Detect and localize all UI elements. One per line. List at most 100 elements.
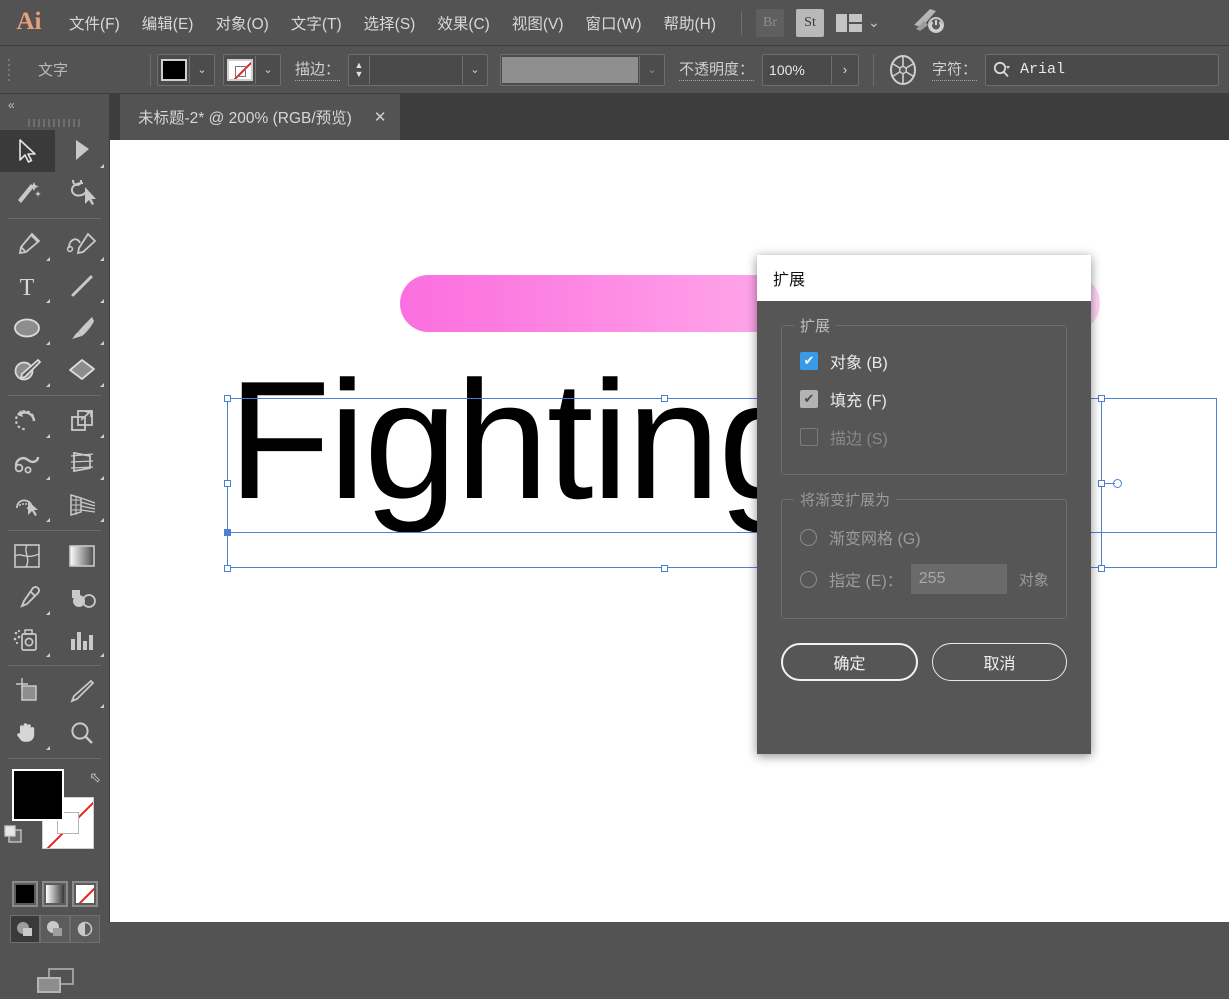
- menu-edit[interactable]: 编辑(E): [131, 8, 205, 38]
- slice-tool[interactable]: [55, 670, 110, 712]
- brush-definition-control[interactable]: ⌄: [500, 54, 665, 86]
- gradient-tool[interactable]: [55, 535, 110, 577]
- document-tab-bar: 未标题-2* @ 200% (RGB/预览) ✕: [110, 94, 1229, 140]
- toolbar-divider-4: [8, 665, 101, 666]
- font-family-control[interactable]: Arial: [985, 54, 1219, 86]
- pen-tool[interactable]: [0, 223, 55, 265]
- eraser-tool[interactable]: [55, 349, 110, 391]
- free-transform-tool[interactable]: [55, 442, 110, 484]
- chevron-down-icon[interactable]: ⌄: [639, 56, 664, 84]
- symbol-sprayer-tool[interactable]: [0, 619, 55, 661]
- line-segment-tool[interactable]: [55, 265, 110, 307]
- direct-selection-tool[interactable]: [55, 130, 110, 172]
- brush-preview[interactable]: [502, 57, 638, 83]
- toolbar-divider-3: [8, 530, 101, 531]
- opacity-control[interactable]: 100% ›: [762, 54, 859, 86]
- gradient-group-legend: 将渐变扩展为: [794, 489, 896, 510]
- handle-top-center[interactable]: [661, 395, 668, 402]
- chevron-down-icon[interactable]: ⌄: [868, 14, 880, 31]
- chevron-down-icon[interactable]: ⌄: [189, 56, 214, 84]
- column-graph-tool[interactable]: [55, 619, 110, 661]
- default-fill-stroke-icon[interactable]: [4, 825, 22, 843]
- shaper-pencil-tool[interactable]: [0, 349, 55, 391]
- perspective-grid-tool[interactable]: [55, 484, 110, 526]
- ok-button[interactable]: 确定: [781, 643, 918, 681]
- handle-baseline-left[interactable]: [224, 529, 231, 536]
- menu-effect[interactable]: 效果(C): [426, 8, 501, 38]
- fill-swatch[interactable]: [161, 59, 187, 81]
- bridge-icon[interactable]: Br: [756, 9, 784, 37]
- menu-view[interactable]: 视图(V): [501, 8, 575, 38]
- handle-bottom-left[interactable]: [224, 565, 231, 572]
- screen-mode-button[interactable]: [0, 965, 109, 999]
- document-tab[interactable]: 未标题-2* @ 200% (RGB/预览) ✕: [120, 94, 400, 140]
- draw-behind-button[interactable]: [40, 915, 70, 943]
- scale-tool[interactable]: [55, 400, 110, 442]
- stroke-weight-stepper[interactable]: ▲▼: [349, 56, 369, 84]
- close-icon[interactable]: ✕: [374, 110, 387, 125]
- type-tool[interactable]: T: [0, 265, 55, 307]
- menu-window[interactable]: 窗口(W): [575, 8, 653, 38]
- ellipse-tool[interactable]: [0, 307, 55, 349]
- draw-normal-button[interactable]: [10, 915, 40, 943]
- fill-mode-buttons: [0, 881, 109, 907]
- curvature-tool[interactable]: [55, 223, 110, 265]
- artboard-tool[interactable]: [0, 670, 55, 712]
- paintbrush-tool[interactable]: [55, 307, 110, 349]
- handle-bottom-center[interactable]: [661, 565, 668, 572]
- checkbox-fill-row[interactable]: ✔ 填充 (F): [800, 380, 1050, 418]
- rocket-power-icon[interactable]: [910, 5, 950, 40]
- toolbar-divider-5: [8, 758, 101, 759]
- menu-type[interactable]: 文字(T): [280, 8, 353, 38]
- blend-tool[interactable]: [55, 577, 110, 619]
- stroke-color-control[interactable]: ⌄: [223, 54, 281, 86]
- checkbox-fill[interactable]: ✔: [800, 390, 818, 408]
- font-family-value[interactable]: Arial: [1020, 61, 1065, 78]
- fill-color-swatch[interactable]: [12, 769, 64, 821]
- rotate-tool[interactable]: [0, 400, 55, 442]
- tools-panel-grip[interactable]: [0, 116, 109, 130]
- lasso-tool[interactable]: [55, 172, 110, 214]
- draw-inside-button[interactable]: [70, 915, 100, 943]
- none-fill-button[interactable]: [72, 881, 98, 907]
- stock-icon[interactable]: St: [796, 9, 824, 37]
- handle-top-left[interactable]: [224, 395, 231, 402]
- menu-object[interactable]: 对象(O): [204, 8, 279, 38]
- stroke-weight-control[interactable]: ▲▼ ⌄: [348, 54, 488, 86]
- zoom-tool[interactable]: [55, 712, 110, 754]
- chevron-right-icon[interactable]: ›: [831, 56, 858, 84]
- toolbar-divider-2: [8, 395, 101, 396]
- handle-bottom-right[interactable]: [1098, 565, 1105, 572]
- menu-select[interactable]: 选择(S): [353, 8, 427, 38]
- recolor-artwork-icon[interactable]: [888, 54, 918, 86]
- swap-fill-stroke-icon[interactable]: ⬁: [89, 769, 101, 786]
- layout-icon[interactable]: [836, 13, 862, 33]
- handle-middle-left[interactable]: [224, 480, 231, 487]
- stroke-weight-input[interactable]: [369, 56, 462, 84]
- selection-tool[interactable]: [0, 130, 55, 172]
- chevron-down-icon[interactable]: ⌄: [255, 56, 280, 84]
- eyedropper-tool[interactable]: [0, 577, 55, 619]
- control-bar-grip[interactable]: [6, 57, 16, 83]
- menu-file[interactable]: 文件(F): [58, 8, 131, 38]
- magic-wand-tool[interactable]: [0, 172, 55, 214]
- shape-builder-tool[interactable]: [0, 484, 55, 526]
- fill-color-control[interactable]: ⌄: [157, 54, 215, 86]
- opacity-label: 不透明度：: [679, 58, 754, 81]
- handle-middle-right[interactable]: [1098, 480, 1105, 487]
- color-fill-button[interactable]: [12, 881, 38, 907]
- collapse-panel-icon[interactable]: «: [0, 94, 109, 116]
- menu-help[interactable]: 帮助(H): [652, 8, 727, 38]
- gradient-fill-button[interactable]: [42, 881, 68, 907]
- width-tool[interactable]: [0, 442, 55, 484]
- mesh-tool[interactable]: [0, 535, 55, 577]
- chevron-down-icon[interactable]: ⌄: [462, 56, 487, 84]
- handle-top-right[interactable]: [1098, 395, 1105, 402]
- stroke-swatch-none[interactable]: [227, 59, 253, 81]
- checkbox-object[interactable]: ✔: [800, 352, 818, 370]
- checkbox-object-row[interactable]: ✔ 对象 (B): [800, 342, 1050, 380]
- tool-group-transform: [0, 400, 109, 526]
- cancel-button[interactable]: 取消: [932, 643, 1067, 681]
- hand-tool[interactable]: [0, 712, 55, 754]
- opacity-input[interactable]: 100%: [763, 56, 831, 84]
